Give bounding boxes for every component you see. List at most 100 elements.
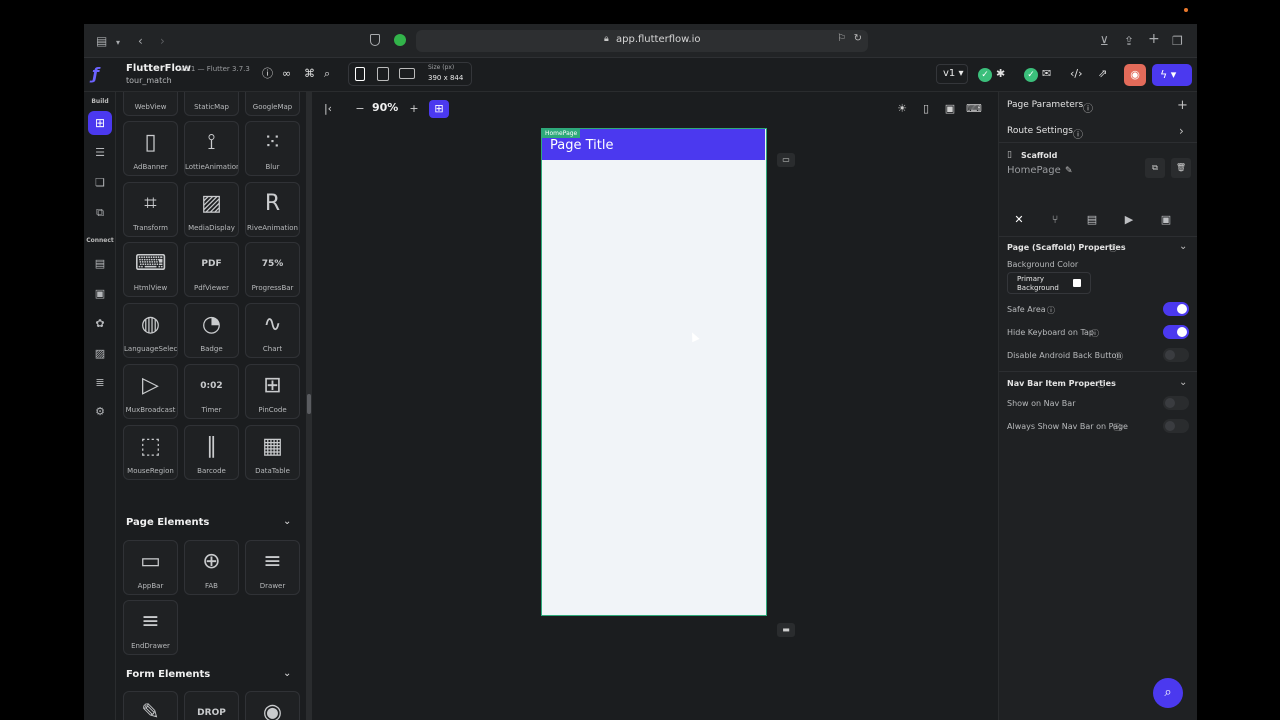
light-mode-icon[interactable]: ☀ — [892, 100, 912, 118]
tablet-device-icon[interactable] — [377, 67, 389, 81]
widget-tree-icon[interactable]: ☰ — [92, 145, 108, 161]
show-nav-toggle[interactable] — [1163, 396, 1189, 410]
info-icon[interactable]: ⓘ — [1091, 328, 1099, 339]
version-select[interactable]: v1 ▾ — [936, 64, 968, 84]
chevron-down-icon[interactable]: ⌄ — [283, 516, 291, 527]
info-icon[interactable]: ⓘ — [1047, 305, 1055, 316]
properties-tab-icon[interactable]: ✕ — [1009, 211, 1029, 229]
copy-icon[interactable]: ⧉ — [1145, 158, 1165, 178]
bottom-bar-toggle-icon[interactable]: ▬ — [777, 623, 795, 637]
device-frame-icon[interactable]: ▣ — [940, 100, 960, 118]
search-fab[interactable]: ⌕ — [1153, 678, 1183, 708]
download-icon[interactable]: ⊻ — [1100, 33, 1109, 49]
settings-icon[interactable]: ⚙ — [92, 404, 108, 420]
page-parameters-title[interactable]: Page Parameters — [1007, 100, 1083, 110]
flutterflow-logo-icon[interactable]: ƒ — [92, 64, 110, 83]
widget-tile-datatable[interactable]: ▦ DataTable — [245, 424, 300, 480]
phone-device-icon[interactable] — [355, 67, 365, 81]
widget-tile-textfield[interactable]: ✎TextField — [123, 691, 178, 720]
widget-tile-webview[interactable]: WebView — [123, 92, 178, 116]
background-color-picker[interactable]: Primary Background — [1007, 272, 1091, 294]
widget-tile-riveanimation[interactable]: R RiveAnimation — [245, 181, 300, 237]
animation-tab-icon[interactable]: ▶ — [1119, 211, 1139, 229]
info-icon[interactable]: ⓘ — [1073, 126, 1083, 141]
route-settings-title[interactable]: Route Settings — [1007, 126, 1073, 136]
phone-preview-icon[interactable]: ▯ — [916, 100, 936, 118]
backend-query-tab-icon[interactable]: ▤ — [1082, 211, 1102, 229]
info-icon[interactable]: ⓘ — [1115, 351, 1123, 362]
widget-tile-appbar[interactable]: ▭ AppBar — [123, 540, 178, 595]
chevron-down-icon[interactable]: ⌄ — [283, 668, 291, 679]
pages-icon[interactable]: ❏ — [92, 175, 108, 191]
share-icon[interactable]: ⇪ — [1124, 33, 1134, 49]
widget-tile-adbanner[interactable]: ▯ AdBanner — [123, 121, 178, 176]
check-icon[interactable]: ✓ — [978, 68, 992, 82]
back-icon[interactable]: ‹ — [138, 33, 143, 49]
widget-tile-mouseregion[interactable]: ⬚ MouseRegion — [123, 424, 178, 480]
widget-tile-enddrawer[interactable]: ≡ EndDrawer — [123, 600, 178, 655]
widget-tile-chart[interactable]: ∿ Chart — [245, 303, 300, 359]
tabs-icon[interactable]: ❐ — [1172, 33, 1183, 49]
forward-icon[interactable]: › — [160, 33, 165, 49]
search-icon[interactable]: ⌕ — [324, 67, 330, 81]
reload-icon[interactable]: ↻ — [854, 33, 862, 44]
splitter-grip[interactable] — [307, 394, 311, 414]
widget-tile-muxbroadcast[interactable]: ▷ MuxBroadcast — [123, 363, 178, 419]
address-bar[interactable]: 🔒︎ app.flutterflow.io ⚐ ↻ — [416, 30, 868, 52]
chevron-down-icon[interactable]: ⌄ — [1179, 241, 1187, 252]
widget-tile-transform[interactable]: ⌗ Transform — [123, 181, 178, 237]
code-icon[interactable]: ‹/› — [1070, 67, 1083, 81]
app-bar[interactable]: HomePage Page Title — [542, 129, 765, 160]
command-icon[interactable]: ⌘ — [304, 67, 315, 81]
sidebar-icon[interactable]: ▤ — [96, 33, 107, 49]
hide-keyboard-toggle[interactable] — [1163, 325, 1189, 339]
run-button[interactable]: ϟ ▾ — [1152, 64, 1192, 86]
widget-palette-icon[interactable]: ⊞ — [88, 111, 112, 135]
shield-icon[interactable] — [370, 34, 380, 46]
zoom-in-button[interactable]: + — [404, 100, 424, 118]
widget-tile-fab[interactable]: ⊕ FAB — [184, 540, 239, 595]
api-icon[interactable]: ▣ — [92, 286, 108, 302]
data-icon[interactable]: ▤ — [92, 256, 108, 272]
widget-tile-lottieanimation[interactable]: ⟟ LottieAnimation — [184, 121, 239, 176]
disable-back-toggle[interactable] — [1163, 348, 1189, 362]
chevron-down-icon[interactable]: ⌄ — [1179, 377, 1187, 388]
widget-tile-progressbar[interactable]: 75% ProgressBar — [245, 242, 300, 298]
help-icon[interactable]: ⓘ — [262, 67, 273, 81]
logic-icon[interactable]: ≣ — [92, 375, 108, 391]
open-external-icon[interactable]: ⇗ — [1098, 67, 1107, 81]
widget-tile-timer[interactable]: 0:02 Timer — [184, 363, 239, 419]
bug-icon[interactable]: ✱ — [996, 67, 1005, 81]
widget-tile-htmlview[interactable]: ⌨ HtmlView — [123, 242, 178, 298]
actions-tab-icon[interactable]: ⑂ — [1045, 211, 1065, 229]
zoom-out-button[interactable]: − — [350, 100, 370, 118]
delete-icon[interactable]: 🗑︎ — [1171, 158, 1191, 178]
add-widget-button[interactable]: ⊞ — [429, 100, 449, 118]
widget-tile-barcode[interactable]: ∥ Barcode — [184, 424, 239, 480]
media-icon[interactable]: ▨ — [92, 346, 108, 362]
widget-tile-pincode[interactable]: ⊞ PinCode — [245, 363, 300, 419]
desktop-device-icon[interactable] — [399, 68, 415, 79]
widget-tile-staticmap[interactable]: StaticMap — [184, 92, 239, 116]
widget-tile-mediadisplay[interactable]: ▨ MediaDisplay — [184, 181, 239, 237]
link-icon[interactable]: ∞ — [282, 67, 291, 81]
add-parameter-icon[interactable]: + — [1177, 98, 1188, 113]
widget-tile-radiobutton[interactable]: ◉RadioButton — [245, 691, 300, 720]
widget-tile-pdfviewer[interactable]: PDF PdfViewer — [184, 242, 239, 298]
page-title[interactable]: Page Title — [550, 138, 613, 153]
translate-icon[interactable]: ⚐ — [837, 33, 846, 44]
widget-tile-badge[interactable]: ◔ Badge — [184, 303, 239, 359]
info-icon[interactable]: ⓘ — [1097, 379, 1105, 390]
safe-area-toggle[interactable] — [1163, 302, 1189, 316]
edit-icon[interactable]: ✎ — [1065, 166, 1073, 176]
always-show-nav-toggle[interactable] — [1163, 419, 1189, 433]
appbar-toggle-icon[interactable]: ▭ — [777, 153, 795, 167]
state-tab-icon[interactable]: ▣ — [1156, 211, 1176, 229]
widget-tile-googlemap[interactable]: GoogleMap — [245, 92, 300, 116]
page-preview-homepage[interactable]: HomePage Page Title — [541, 128, 767, 616]
preview-button[interactable]: ◉ — [1124, 64, 1146, 86]
extension-icon[interactable] — [394, 34, 406, 46]
integrations-icon[interactable]: ✿ — [92, 316, 108, 332]
chat-icon[interactable]: ✉ — [1042, 67, 1051, 81]
components-icon[interactable]: ⧉ — [92, 205, 108, 221]
